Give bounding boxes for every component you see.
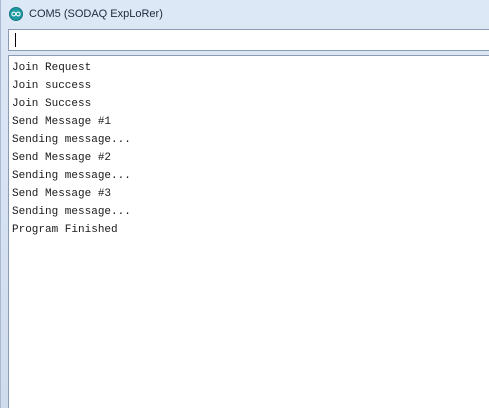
arduino-icon xyxy=(9,7,23,21)
serial-monitor-window: COM5 (SODAQ ExpLoRer) Join Request Join … xyxy=(0,0,489,408)
title-bar[interactable]: COM5 (SODAQ ExpLoRer) xyxy=(1,0,489,28)
serial-input-field[interactable] xyxy=(8,29,489,51)
serial-output-area[interactable]: Join Request Join success Join Success S… xyxy=(8,55,489,408)
output-line: Join success xyxy=(12,80,92,92)
window-title: COM5 (SODAQ ExpLoRer) xyxy=(29,8,163,20)
output-line: Sending message... xyxy=(12,170,131,182)
output-line: Send Message #3 xyxy=(12,188,112,200)
output-line: Join Success xyxy=(12,98,92,110)
output-line: Join Request xyxy=(12,62,92,74)
output-line: Send Message #2 xyxy=(12,152,112,164)
text-caret xyxy=(15,33,16,47)
output-line: Program Finished xyxy=(12,224,118,236)
output-line: Sending message... xyxy=(12,134,131,146)
output-line: Sending message... xyxy=(12,206,131,218)
output-line: Send Message #1 xyxy=(12,116,112,128)
